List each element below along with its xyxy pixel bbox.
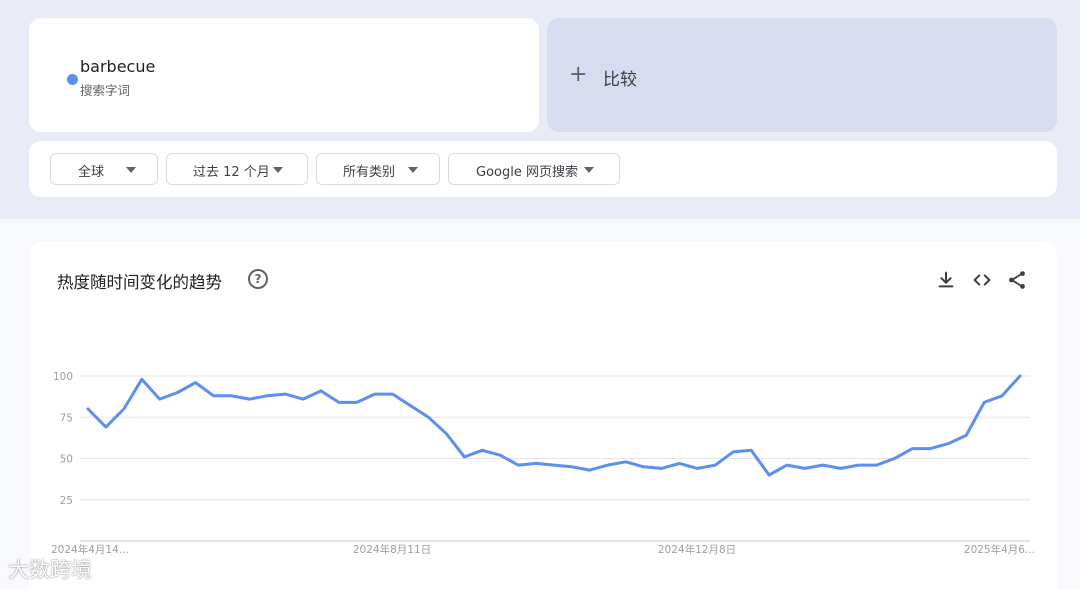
x-tick-label: 2025年4月6... [964, 543, 1035, 556]
y-tick-label: 75 [60, 412, 73, 424]
series-line-barbecue[interactable] [86, 374, 1022, 477]
x-tick-label: 2024年8月11日 [353, 543, 431, 556]
trend-line-chart: 1007550252024年4月14... 2024年8月11日 2024年12月8… [51, 371, 1035, 556]
y-tick-label: 25 [60, 495, 73, 507]
y-tick-label: 50 [60, 454, 73, 466]
y-tick-label: 100 [53, 371, 73, 383]
watermark-text: 大数跨境 [8, 558, 92, 582]
x-tick-label: 2024年12月8日 [658, 543, 736, 556]
